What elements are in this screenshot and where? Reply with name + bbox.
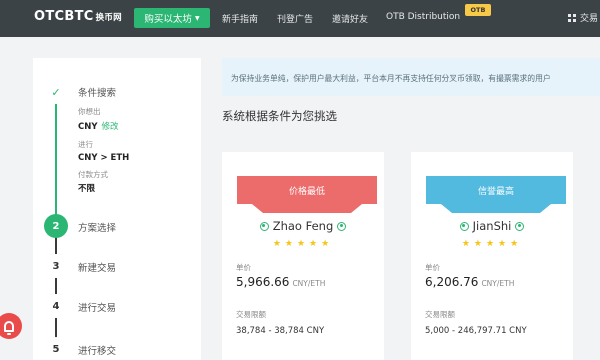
grid-icon — [568, 13, 576, 22]
nav-link-otb-distribution[interactable]: OTB Distribution — [386, 12, 460, 22]
notice-banner: 为保持业务单纯，保护用户最大利益，平台本月不再支持任何分叉币领取，有撮票需求的用… — [222, 58, 600, 96]
pair-label: 进行 — [78, 140, 93, 149]
limit-label: 交易限额 — [236, 310, 266, 319]
price-value: 6,206.76 CNY/ETH — [425, 275, 515, 289]
caret-down-icon: ▼ — [194, 14, 200, 22]
logo-subtitle: 换币网 — [95, 13, 122, 23]
steps-panel: ✓ 条件搜索 你想出 CNY 修改 进行 CNY > ETH 付款方式 不限 2 … — [33, 58, 201, 360]
offer-card[interactable]: 信誉最高 JianShi ★★★★★ 单价 6,206.76 CNY/ETH 交易… — [411, 152, 573, 360]
price-label: 单价 — [425, 263, 440, 272]
step-5-number: 5 — [44, 337, 68, 360]
rating-stars: ★★★★★ — [272, 239, 334, 249]
step-5-title: 进行移交 — [78, 346, 117, 357]
step-3-title: 新建交易 — [78, 263, 117, 274]
nav-trade-menu[interactable]: 交易 — [568, 11, 598, 24]
price-unit: CNY/ETH — [481, 279, 515, 288]
price-unit: CNY/ETH — [292, 279, 326, 288]
currency-value: CNY 修改 — [78, 122, 119, 132]
offer-ribbon: 价格最低 — [237, 176, 377, 204]
limit-label: 交易限额 — [425, 310, 455, 319]
offer-card[interactable]: 价格最低 Zhao Feng ★★★★★ 单价 5,966.66 CNY/ETH … — [222, 152, 384, 360]
step-4-number: 4 — [44, 294, 68, 318]
otb-badge: OTB — [465, 4, 491, 16]
currency-label: 你想出 — [78, 107, 101, 116]
step-4-title: 进行交易 — [78, 303, 117, 314]
price-value: 5,966.66 CNY/ETH — [236, 275, 326, 289]
pair-value: CNY > ETH — [78, 153, 130, 163]
bell-icon — [4, 320, 14, 335]
merchant-name[interactable]: JianShi — [411, 219, 573, 233]
notification-bell-button[interactable] — [0, 313, 22, 339]
payment-label: 付款方式 — [78, 170, 108, 179]
nav-link-post-ad[interactable]: 刊登广告 — [277, 12, 313, 25]
site-logo[interactable]: OTCBTC 换币网 — [34, 9, 122, 24]
limit-value: 38,784 - 38,784 CNY — [236, 326, 325, 336]
section-title: 系统根据条件为您挑选 — [222, 109, 337, 123]
verified-icon — [515, 221, 525, 231]
step-progress-line — [55, 98, 57, 228]
offer-ribbon: 信誉最高 — [426, 176, 566, 204]
verified-icon — [337, 221, 347, 231]
ribbon-tail — [252, 204, 362, 213]
limit-value: 5,000 - 246,797.71 CNY — [425, 326, 527, 336]
step-1-title[interactable]: 条件搜索 — [78, 85, 116, 99]
step-2-title: 方案选择 — [78, 223, 117, 234]
price-label: 单价 — [236, 263, 251, 272]
verified-icon — [459, 221, 469, 231]
merchant-name[interactable]: Zhao Feng — [222, 219, 384, 233]
step-3-number: 3 — [44, 254, 68, 278]
rating-stars: ★★★★★ — [461, 239, 523, 249]
payment-value: 不限 — [78, 184, 96, 194]
step-2-number: 2 — [44, 214, 68, 238]
nav-link-beginner-guide[interactable]: 新手指南 — [222, 12, 258, 25]
step-1-check-icon: ✓ — [44, 80, 68, 104]
ribbon-tail — [441, 204, 551, 213]
edit-link[interactable]: 修改 — [102, 122, 119, 132]
buy-eth-dropdown-button[interactable]: 购买以太坊 ▼ — [134, 8, 210, 28]
top-navbar: OTCBTC 换币网 购买以太坊 ▼ 新手指南 刊登广告 邀请好友 OTB Dist… — [0, 0, 600, 37]
verified-icon — [259, 221, 269, 231]
nav-link-invite-friends[interactable]: 邀请好友 — [332, 12, 368, 25]
